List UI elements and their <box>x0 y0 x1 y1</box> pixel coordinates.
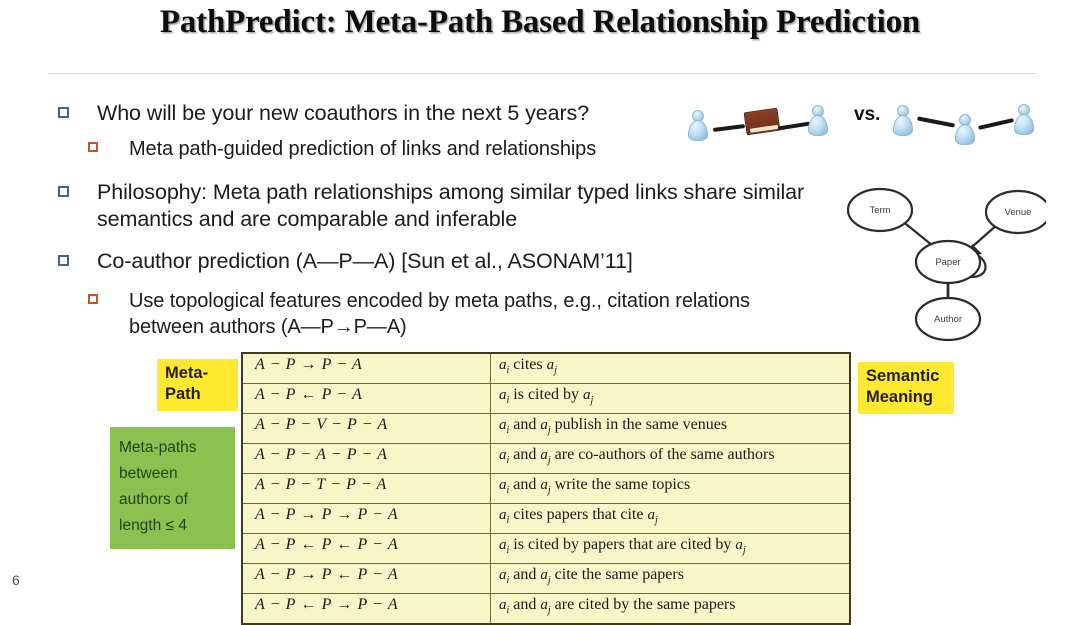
semantic-meaning-callout: Semantic Meaning <box>858 362 954 414</box>
table-cell-meta-path: A − P − A − P − A <box>241 443 491 474</box>
square-bullet-icon <box>58 255 69 266</box>
meta-path-callout: Meta-Path <box>157 359 238 411</box>
link-edge <box>712 124 746 132</box>
title-divider <box>48 73 1036 74</box>
node-label-author: Author <box>934 314 962 325</box>
person-icon <box>1014 104 1034 136</box>
table-cell-meta-path: A − P ← P ← P − A <box>241 533 491 564</box>
table-cell-meta-path: A − P − T − P − A <box>241 473 491 504</box>
bullet-text: Co-author prediction (A—P—A) [Sun et al.… <box>97 249 633 273</box>
table-cell-semantic-meaning: ai is cited by papers that are cited by … <box>490 533 851 564</box>
link-edge <box>978 118 1014 130</box>
page-number: 6 <box>12 572 20 588</box>
bullet-text: Use topological features encoded by meta… <box>129 290 750 338</box>
table-row: A − P → P ← P − Aai and aj cite the same… <box>241 563 851 594</box>
table-cell-semantic-meaning: ai is cited by aj <box>490 383 851 414</box>
square-bullet-icon <box>58 186 69 197</box>
bullet-text: Philosophy: Meta path relationships amon… <box>97 180 805 231</box>
node-label-term: Term <box>869 205 890 216</box>
bullet-item-4: Co-author prediction (A—P—A) [Sun et al.… <box>58 248 758 275</box>
person-icon <box>688 110 708 142</box>
person-icon <box>808 105 828 137</box>
table-cell-meta-path: A − P → P → P − A <box>241 503 491 534</box>
bullet-item-2: Meta path-guided prediction of links and… <box>88 136 728 162</box>
table-cell-meta-path: A − P ← P − A <box>241 383 491 414</box>
vs-label: vs. <box>854 104 881 125</box>
table-row: A − P ← P − Aai is cited by aj <box>241 383 851 414</box>
table-row: A − P → P − Aai cites aj <box>241 352 851 384</box>
table-cell-semantic-meaning: ai and aj are co-authors of the same aut… <box>490 443 851 474</box>
table-cell-semantic-meaning: ai and aj publish in the same venues <box>490 413 851 444</box>
table-row: A − P ← P ← P − Aai is cited by papers t… <box>241 533 851 564</box>
square-bullet-icon <box>88 142 98 152</box>
person-body-icon <box>893 115 913 136</box>
table-cell-semantic-meaning: ai and aj cite the same papers <box>490 563 851 594</box>
person-body-icon <box>688 120 708 141</box>
table-cell-semantic-meaning: ai cites aj <box>490 352 851 384</box>
node-label-paper: Paper <box>935 257 960 268</box>
table-row: A − P − T − P − Aai and aj write the sam… <box>241 473 851 504</box>
table-row: A − P ← P → P − Aai and aj are cited by … <box>241 593 851 625</box>
bullet-item-5: Use topological features encoded by meta… <box>88 288 788 340</box>
node-label-venue: Venue <box>1005 207 1032 218</box>
person-body-icon <box>808 115 828 136</box>
table-cell-semantic-meaning: ai cites papers that cite aj <box>490 503 851 534</box>
person-icon <box>955 114 975 146</box>
link-edge <box>916 116 956 128</box>
person-body-icon <box>955 124 975 145</box>
table-cell-meta-path: A − P → P − A <box>241 352 491 384</box>
book-icon <box>743 107 781 136</box>
table-row: A − P − A − P − Aai and aj are co-author… <box>241 443 851 474</box>
table-cell-meta-path: A − P − V − P − A <box>241 413 491 444</box>
table-cell-meta-path: A − P → P ← P − A <box>241 563 491 594</box>
bullet-item-3: Philosophy: Meta path relationships amon… <box>58 179 858 233</box>
person-icon <box>893 105 913 137</box>
table-cell-meta-path: A − P ← P → P − A <box>241 593 491 625</box>
page-title: PathPredict: Meta-Path Based Relationshi… <box>159 4 921 40</box>
table-cell-semantic-meaning: ai and aj are cited by the same papers <box>490 593 851 625</box>
bullet-text: Meta path-guided prediction of links and… <box>129 138 597 160</box>
bullet-item-1: Who will be your new coauthors in the ne… <box>58 100 718 127</box>
table-row: A − P → P → P − Aai cites papers that ci… <box>241 503 851 534</box>
square-bullet-icon <box>88 294 98 304</box>
person-body-icon <box>1014 114 1034 135</box>
network-schema-diagram: Term Venue Paper Author <box>846 182 1046 342</box>
table-body: A − P → P − Aai cites aj A − P ← P − Aai … <box>241 352 851 625</box>
bullet-text: Who will be your new coauthors in the ne… <box>97 101 590 125</box>
table-row: A − P − V − P − Aai and aj publish in th… <box>241 413 851 444</box>
link-edge <box>777 121 811 131</box>
meta-path-table: A − P → P − Aai cites aj A − P ← P − Aai … <box>241 352 851 625</box>
table-cell-semantic-meaning: ai and aj write the same topics <box>490 473 851 504</box>
square-bullet-icon <box>58 107 69 118</box>
meta-paths-length-note: Meta-paths between authors of length ≤ 4 <box>110 427 235 549</box>
coauthor-illustration: vs. <box>688 98 1078 150</box>
